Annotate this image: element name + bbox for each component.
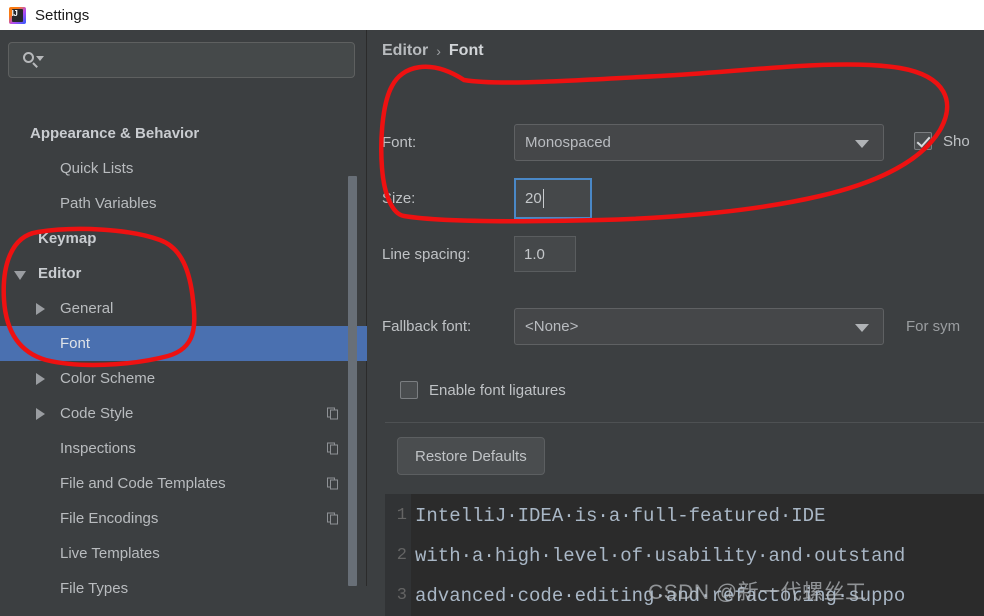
copy-settings-icon[interactable] bbox=[327, 512, 339, 525]
line-spacing-value: 1.0 bbox=[524, 245, 545, 263]
fallback-font-row: Fallback font: <None> For sym bbox=[382, 308, 960, 345]
sidebar-item-label: File and Code Templates bbox=[60, 475, 226, 492]
sidebar-item-font[interactable]: Font bbox=[0, 326, 367, 361]
chevron-right-icon[interactable] bbox=[36, 373, 45, 385]
search-box[interactable] bbox=[8, 42, 355, 78]
search-field-wrapper[interactable] bbox=[8, 42, 355, 78]
sidebar-item-file-and-code-templates[interactable]: File and Code Templates bbox=[0, 466, 367, 501]
copy-settings-icon[interactable] bbox=[327, 407, 339, 420]
settings-sidebar: Appearance & Behavior Quick Lists Path Var… bbox=[0, 30, 367, 597]
breadcrumb-parent[interactable]: Editor bbox=[382, 42, 428, 60]
chevron-down-icon[interactable] bbox=[14, 271, 26, 280]
sidebar-item-label: File Types bbox=[60, 580, 129, 597]
sidebar-item-label: Code Style bbox=[60, 405, 134, 422]
text-caret bbox=[542, 189, 544, 208]
enable-ligatures-checkbox[interactable] bbox=[400, 381, 418, 399]
window-titlebar: IJ Settings bbox=[0, 0, 984, 30]
sidebar-item-file-encodings[interactable]: File Encodings bbox=[0, 501, 367, 536]
show-monospaced-label: Sho bbox=[943, 132, 970, 150]
preview-line-number: 2 bbox=[396, 546, 407, 565]
sidebar-item-keymap[interactable]: Keymap bbox=[0, 221, 367, 256]
preview-divider bbox=[385, 422, 984, 423]
sidebar-item-label: Inspections bbox=[60, 440, 136, 457]
size-row: Size: 20 bbox=[382, 178, 592, 219]
fallback-font-hint: For sym bbox=[906, 318, 961, 335]
settings-tree[interactable]: Appearance & Behavior Quick Lists Path Var… bbox=[0, 116, 367, 597]
sidebar-item-quick-lists[interactable]: Quick Lists bbox=[0, 151, 367, 186]
preview-line-text: IntelliJ·IDEA·is·a·full-featured·IDE bbox=[415, 505, 826, 527]
sidebar-scrollbar-thumb[interactable] bbox=[348, 176, 357, 586]
watermark: CSDN @新一代螺丝工 bbox=[648, 581, 867, 604]
sidebar-item-file-types[interactable]: File Types bbox=[0, 571, 367, 606]
sidebar-item-label: Live Templates bbox=[60, 545, 160, 562]
sidebar-item-label: Path Variables bbox=[60, 195, 157, 212]
sidebar-item-label: Keymap bbox=[38, 230, 97, 247]
copy-settings-icon[interactable] bbox=[327, 442, 339, 455]
sidebar-item-live-templates[interactable]: Live Templates bbox=[0, 536, 367, 571]
chevron-down-icon[interactable] bbox=[855, 323, 869, 332]
breadcrumb: Editor › Font bbox=[382, 42, 484, 60]
sidebar-item-editor[interactable]: Editor bbox=[0, 256, 367, 291]
line-spacing-label: Line spacing: bbox=[382, 245, 471, 263]
sidebar-item-appearance-behavior[interactable]: Appearance & Behavior bbox=[0, 116, 367, 151]
settings-dialog: Appearance & Behavior Quick Lists Path Var… bbox=[0, 30, 984, 616]
enable-ligatures-label: Enable font ligatures bbox=[429, 381, 566, 399]
chevron-right-icon[interactable] bbox=[36, 408, 45, 420]
font-combobox[interactable]: Monospaced bbox=[514, 124, 884, 161]
sidebar-item-label: File Encodings bbox=[60, 510, 159, 527]
show-monospaced-row[interactable]: Sho bbox=[914, 132, 970, 150]
sidebar-item-code-style[interactable]: Code Style bbox=[0, 396, 367, 431]
size-input[interactable]: 20 bbox=[514, 178, 592, 219]
sidebar-item-path-variables[interactable]: Path Variables bbox=[0, 186, 367, 221]
size-input-value: 20 bbox=[525, 190, 542, 207]
fallback-font-value: <None> bbox=[525, 318, 579, 335]
intellij-idea-logo-icon: IJ bbox=[9, 6, 26, 24]
font-combobox-value: Monospaced bbox=[525, 134, 611, 151]
show-monospaced-checkbox[interactable] bbox=[914, 132, 932, 150]
size-label: Size: bbox=[382, 190, 416, 207]
sidebar-item-label: Appearance & Behavior bbox=[30, 125, 200, 142]
restore-defaults-button[interactable]: Restore Defaults bbox=[397, 437, 545, 475]
preview-line-number: 3 bbox=[396, 586, 407, 605]
fallback-font-combobox[interactable]: <None> bbox=[514, 308, 884, 345]
fallback-font-label: Fallback font: bbox=[382, 318, 472, 335]
sidebar-item-label: General bbox=[60, 300, 114, 317]
chevron-down-icon[interactable] bbox=[855, 139, 869, 148]
chevron-right-icon[interactable] bbox=[36, 303, 45, 315]
line-spacing-row: Line spacing: 1.0 bbox=[382, 236, 576, 272]
copy-settings-icon[interactable] bbox=[327, 477, 339, 490]
sidebar-item-label: Color Scheme bbox=[60, 370, 156, 387]
sidebar-item-general[interactable]: General bbox=[0, 291, 367, 326]
sidebar-item-label: Quick Lists bbox=[60, 160, 134, 177]
font-row: Font: Monospaced bbox=[382, 124, 884, 161]
font-label: Font: bbox=[382, 134, 417, 151]
sidebar-item-inspections[interactable]: Inspections bbox=[0, 431, 367, 466]
search-icon[interactable] bbox=[22, 50, 44, 70]
window-title: Settings bbox=[35, 6, 90, 24]
sidebar-item-label: Font bbox=[60, 335, 91, 352]
preview-line-number: 1 bbox=[396, 506, 407, 525]
breadcrumb-separator-icon: › bbox=[436, 43, 441, 59]
ligatures-row[interactable]: Enable font ligatures bbox=[400, 381, 566, 399]
sidebar-item-color-scheme[interactable]: Color Scheme bbox=[0, 361, 367, 396]
search-input[interactable] bbox=[44, 52, 354, 68]
sidebar-item-label: Editor bbox=[38, 265, 82, 282]
line-spacing-input[interactable]: 1.0 bbox=[514, 236, 576, 272]
preview-line-text: with·a·high·level·of·usability·and·outst… bbox=[415, 545, 906, 567]
breadcrumb-current: Font bbox=[448, 42, 484, 59]
